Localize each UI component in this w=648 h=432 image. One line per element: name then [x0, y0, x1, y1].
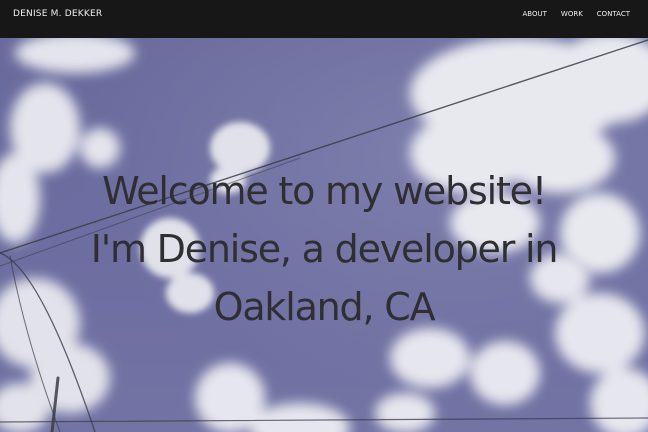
nav-link-work[interactable]: WORK [561, 10, 583, 18]
main-nav: ABOUT WORK CONTACT [523, 0, 630, 27]
hero-section: Welcome to my website! I'm Denise, a dev… [0, 38, 648, 432]
hero-heading: Welcome to my website! I'm Denise, a dev… [90, 162, 559, 336]
nav-link-about[interactable]: ABOUT [523, 10, 547, 18]
top-navbar: DENISE M. DEKKER ABOUT WORK CONTACT [0, 0, 648, 38]
nav-link-contact[interactable]: CONTACT [597, 10, 630, 18]
hero-heading-line-1: Welcome to my website! [102, 169, 547, 213]
hero-heading-line-2: I'm Denise, a developer in [90, 227, 559, 271]
site-brand-link[interactable]: DENISE M. DEKKER [13, 0, 102, 29]
hero-heading-line-3: Oakland, CA [213, 285, 436, 329]
